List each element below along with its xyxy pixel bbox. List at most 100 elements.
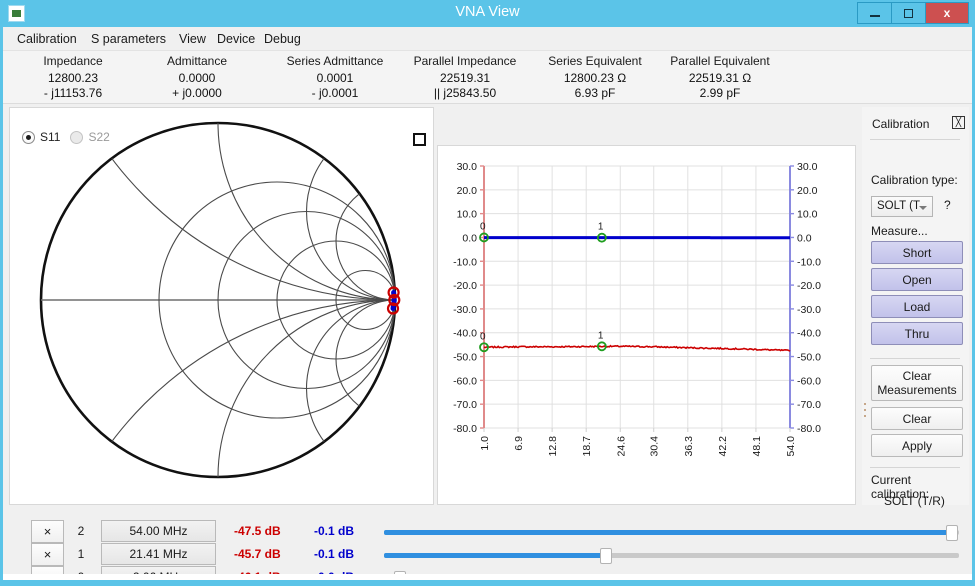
marker-frequency-slider[interactable] xyxy=(384,525,959,541)
calibration-title: Calibration xyxy=(872,117,930,131)
menu-s-parameters[interactable]: S parameters xyxy=(85,30,172,48)
menu-device[interactable]: Device xyxy=(211,30,261,48)
y-tick-label-left: -10.0 xyxy=(453,256,477,268)
measure-thru-button[interactable]: Thru xyxy=(871,322,963,345)
table-row: × 1 21.41 MHz -45.7 dB -0.1 dB xyxy=(9,543,969,566)
y-tick-label-left: -70.0 xyxy=(453,399,477,411)
slider-fill xyxy=(384,530,952,535)
y-tick-label-right: 20.0 xyxy=(797,185,818,197)
y-tick-label-right: 0.0 xyxy=(797,232,812,244)
y-tick-label-right: 30.0 xyxy=(797,161,818,173)
apply-button[interactable]: Apply xyxy=(871,434,963,457)
current-calibration-value: SOLT (T/R) xyxy=(884,494,945,508)
chevron-down-icon xyxy=(919,206,927,210)
window-title: VNA View xyxy=(455,4,520,20)
x-tick-label: 12.8 xyxy=(547,436,559,457)
y-tick-label-right: -20.0 xyxy=(797,280,821,292)
calibration-type-combo[interactable]: SOLT (T xyxy=(871,196,933,217)
marker-remove-button[interactable]: × xyxy=(31,520,64,543)
chart-marker-label: 0 xyxy=(480,221,486,232)
menu-view[interactable]: View xyxy=(173,30,212,48)
x-tick-label: 24.6 xyxy=(615,436,627,457)
x-tick-label: 30.4 xyxy=(649,436,661,457)
client-area: Calibration S parameters View Device Deb… xyxy=(3,27,972,580)
maximize-button[interactable] xyxy=(891,2,925,24)
info-parallel-impedance: Parallel Impedance 22519.31 || j25843.50 xyxy=(413,54,517,100)
calibration-panel: Calibration ╳ Calibration type: SOLT (T … xyxy=(862,107,969,508)
vna-window: VNA View x Calibration S parameters View… xyxy=(0,0,975,586)
title-bar: VNA View x xyxy=(0,0,975,27)
smith-chart-svg xyxy=(39,121,401,479)
info-admittance: Admittance 0.0000 + j0.0000 xyxy=(166,54,228,100)
smith-chart-panel: S11 S22 xyxy=(9,107,434,505)
marker-frequency-slider[interactable] xyxy=(384,548,959,564)
marker-remove-button[interactable]: × xyxy=(31,543,64,566)
close-icon[interactable]: ╳ xyxy=(952,116,965,129)
y-tick-label-right: -50.0 xyxy=(797,352,821,364)
measurement-info-bar: Impedance 12800.23 - j11153.76 Admittanc… xyxy=(3,51,972,104)
magnitude-graph-panel: 30.0 30.0 20.0 20.0 10.0 10.0 0.0 0.0 -10.0 -10.0… xyxy=(437,145,856,505)
window-controls: x xyxy=(857,2,969,24)
y-tick-label-left: 20.0 xyxy=(457,185,478,197)
measure-short-button[interactable]: Short xyxy=(871,241,963,264)
slider-knob[interactable] xyxy=(600,548,612,564)
menu-calibration[interactable]: Calibration xyxy=(11,30,83,48)
marker-frequency-button[interactable]: 54.00 MHz xyxy=(101,520,216,542)
calibration-type-label: Calibration type: xyxy=(871,173,958,187)
marker-index: 2 xyxy=(77,524,85,538)
help-icon[interactable]: ? xyxy=(944,198,951,212)
y-tick-label-right: -70.0 xyxy=(797,399,821,411)
y-tick-label-right: -60.0 xyxy=(797,375,821,387)
slider-knob[interactable] xyxy=(946,525,958,541)
marker-s11-value: -0.1 dB xyxy=(314,524,355,538)
slider-fill xyxy=(384,553,606,558)
table-row: × 2 54.00 MHz -47.5 dB -0.1 dB xyxy=(9,520,969,543)
status-bar xyxy=(3,574,972,580)
close-button[interactable]: x xyxy=(925,2,969,24)
y-tick-label-left: -50.0 xyxy=(453,352,477,364)
marker-table: × 2 54.00 MHz -47.5 dB -0.1 dB × 1 21.41… xyxy=(9,514,969,580)
calibration-grip-handle[interactable] xyxy=(864,403,867,421)
menu-bar: Calibration S parameters View Device Deb… xyxy=(3,27,972,51)
marker-s21-value: -47.5 dB xyxy=(234,524,281,538)
y-tick-label-left: 30.0 xyxy=(457,161,478,173)
info-series-admittance: Series Admittance 0.0001 - j0.0001 xyxy=(286,54,384,100)
y-tick-label-left: -80.0 xyxy=(453,423,477,435)
y-tick-label-left: 0.0 xyxy=(462,232,477,244)
minimize-button[interactable] xyxy=(857,2,891,24)
x-tick-label: 36.3 xyxy=(683,436,695,457)
y-tick-label-left: -60.0 xyxy=(453,375,477,387)
calibration-type-value: SOLT (T xyxy=(877,200,921,212)
x-tick-label: 6.9 xyxy=(513,436,525,451)
x-tick-label: 18.7 xyxy=(581,436,593,457)
marker-frequency-button[interactable]: 21.41 MHz xyxy=(101,543,216,565)
info-parallel-equivalent: Parallel Equivalent 22519.31 Ω 2.99 pF xyxy=(670,54,770,100)
measure-load-button[interactable]: Load xyxy=(871,295,963,318)
x-tick-label: 54.0 xyxy=(785,436,797,457)
chart-marker-label: 0 xyxy=(480,331,486,342)
x-tick-label: 1.0 xyxy=(479,436,491,451)
y-tick-label-right: -80.0 xyxy=(797,423,821,435)
y-tick-label-right: 10.0 xyxy=(797,209,818,221)
chart-marker-label: 1 xyxy=(598,330,604,341)
marker-index: 1 xyxy=(77,547,85,561)
clear-measurements-button[interactable]: Clear Measurements xyxy=(871,365,963,401)
measure-label: Measure... xyxy=(871,224,928,238)
menu-debug[interactable]: Debug xyxy=(258,30,307,48)
chart-marker-label: 1 xyxy=(598,222,604,233)
y-tick-label-left: -40.0 xyxy=(453,328,477,340)
info-impedance: Impedance 12800.23 - j11153.76 xyxy=(43,54,103,100)
x-tick-label: 48.1 xyxy=(751,436,763,457)
measure-open-button[interactable]: Open xyxy=(871,268,963,291)
y-tick-label-left: -30.0 xyxy=(453,304,477,316)
y-tick-label-right: -40.0 xyxy=(797,328,821,340)
magnitude-plot-svg: 30.0 30.0 20.0 20.0 10.0 10.0 0.0 0.0 -10.0 -10.0… xyxy=(453,161,821,457)
marker-s11-value: -0.1 dB xyxy=(314,547,355,561)
y-tick-label-right: -10.0 xyxy=(797,256,821,268)
x-tick-label: 42.2 xyxy=(717,436,729,457)
marker-s21-value: -45.7 dB xyxy=(234,547,281,561)
series-magS21 xyxy=(483,344,791,352)
clear-button[interactable]: Clear xyxy=(871,407,963,430)
y-tick-label-left: -20.0 xyxy=(453,280,477,292)
y-tick-label-left: 10.0 xyxy=(457,209,478,221)
